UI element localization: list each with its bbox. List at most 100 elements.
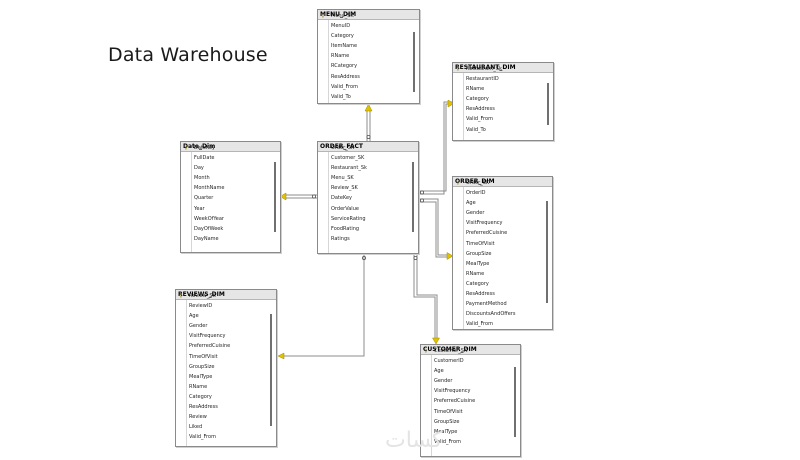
field-row[interactable]: ⚷ DateKey [181, 143, 270, 153]
field-row[interactable]: Ratings [318, 234, 408, 244]
table-reviews-dim[interactable]: REVIEWS_DIM ⚷ Review_SK ReviewID Age Gend… [175, 289, 277, 447]
watermark-logo: كسات [385, 428, 443, 453]
field-list: Order_SK Customer_SK Restaurant_Sk Menu_… [318, 143, 408, 244]
field-row[interactable]: Valid_From [176, 432, 266, 442]
primary-key-icon: ⚷ [179, 293, 183, 299]
field-row[interactable]: Day [181, 163, 270, 173]
vertical-scrollbar[interactable] [272, 152, 278, 250]
table-menu-dim[interactable]: MENU_DIM ⚷ Menu_SK MenuID Category ItemNa… [317, 9, 420, 104]
field-row[interactable]: RName [318, 51, 409, 61]
field-row[interactable]: RName [453, 84, 543, 94]
vertical-scrollbar[interactable] [411, 20, 417, 101]
field-row[interactable]: ⚷ Customer_SK [421, 346, 510, 356]
field-row[interactable]: ReviewID [176, 301, 266, 311]
field-row[interactable]: ⚷ Order_SK [453, 178, 542, 188]
field-row[interactable]: Year [181, 204, 270, 214]
field-row[interactable]: Customer_SK [318, 153, 408, 163]
field-row[interactable]: FullDate [181, 153, 270, 163]
field-row[interactable]: Gender [176, 321, 266, 331]
table-order-fact[interactable]: ORDER_FACT Order_SK Customer_SK Restaura… [317, 141, 419, 254]
field-row[interactable]: Category [453, 279, 542, 289]
field-row[interactable]: Quarter [181, 193, 270, 203]
field-row[interactable]: VisitFrequency [176, 331, 266, 341]
field-row[interactable]: DayName [181, 234, 270, 244]
field-row[interactable]: Month [181, 173, 270, 183]
field-row[interactable]: ResAddress [318, 72, 409, 82]
field-row[interactable]: CustomerID [421, 356, 510, 366]
field-row[interactable]: Gender [421, 376, 510, 386]
vertical-scrollbar[interactable] [512, 355, 518, 454]
field-row[interactable]: TimeOfVisit [421, 407, 510, 417]
field-row[interactable]: RName [176, 382, 266, 392]
field-row[interactable]: FoodRating [318, 224, 408, 234]
field-row[interactable]: Restaurant_Sk [318, 163, 408, 173]
field-row[interactable]: GroupSize [421, 417, 510, 427]
field-row[interactable]: PaymentMethod [453, 299, 542, 309]
table-date-dim[interactable]: Date_Dim ⚷ DateKey FullDate Day Month Mon… [180, 141, 281, 253]
relationship-line-reviews[interactable] [277, 254, 366, 360]
vertical-scrollbar[interactable] [545, 73, 551, 138]
field-row[interactable]: Review [176, 412, 266, 422]
field-row[interactable]: MenuID [318, 21, 409, 31]
field-row[interactable]: ResAddress [176, 402, 266, 412]
field-list: ⚷ Order_SK OrderID Age Gender VisitFreque… [453, 178, 542, 329]
field-row[interactable]: Age [453, 198, 542, 208]
field-row[interactable]: Valid_From [453, 319, 542, 329]
field-row[interactable]: OrderValue [318, 204, 408, 214]
vertical-scrollbar[interactable] [544, 187, 550, 327]
vertical-scrollbar[interactable] [410, 152, 416, 251]
field-row[interactable]: Valid_From [318, 82, 409, 92]
field-row[interactable]: ResAddress [453, 289, 542, 299]
field-row[interactable]: RCategory [318, 61, 409, 71]
field-row[interactable]: MealType [176, 372, 266, 382]
field-row[interactable]: Age [176, 311, 266, 321]
field-row[interactable]: MealType [453, 259, 542, 269]
field-row[interactable]: RName [453, 269, 542, 279]
field-row[interactable]: PreferredCuisine [421, 396, 510, 406]
field-row[interactable]: DiscountsAndOffers [453, 309, 542, 319]
table-restaurant-dim[interactable]: RESTAURANT_DIM ⚷ Restaurant_Sk Restaurant… [452, 62, 554, 141]
field-row[interactable]: Order_SK [318, 143, 408, 153]
field-row[interactable]: Valid_From [453, 114, 543, 124]
field-row[interactable]: PreferredCuisine [453, 228, 542, 238]
field-row[interactable]: Category [453, 94, 543, 104]
field-row[interactable]: GroupSize [176, 362, 266, 372]
relationship-line-customer[interactable] [413, 254, 440, 345]
field-list: ⚷ Review_SK ReviewID Age Gender VisitFreq… [176, 291, 266, 442]
field-row[interactable]: ⚷ Restaurant_Sk [453, 64, 543, 74]
field-row[interactable]: ItemName [318, 41, 409, 51]
field-row[interactable]: DateKey [318, 193, 408, 203]
field-row[interactable]: ⚷ Menu_SK [318, 11, 409, 21]
field-row[interactable]: TimeOfVisit [453, 239, 542, 249]
relationship-line-menu[interactable] [364, 103, 373, 141]
field-row[interactable]: ResAddress [453, 104, 543, 114]
field-row[interactable]: MonthName [181, 183, 270, 193]
primary-key-icon: ⚷ [456, 180, 460, 186]
field-row[interactable]: Gender [453, 208, 542, 218]
field-row[interactable]: VisitFrequency [453, 218, 542, 228]
primary-key-icon: ⚷ [184, 145, 188, 151]
field-row[interactable]: ⚷ Review_SK [176, 291, 266, 301]
field-row[interactable]: TimeOfVisit [176, 352, 266, 362]
field-row[interactable]: Menu_SK [318, 173, 408, 183]
field-row[interactable]: Age [421, 366, 510, 376]
field-row[interactable]: ServiceRating [318, 214, 408, 224]
field-row[interactable]: Valid_To [318, 92, 409, 102]
field-row[interactable]: WeekOfYear [181, 214, 270, 224]
field-row[interactable]: Category [318, 31, 409, 41]
field-row[interactable]: Review_SK [318, 183, 408, 193]
field-row[interactable]: Valid_To [453, 125, 543, 135]
field-row[interactable]: DayOfWeek [181, 224, 270, 234]
field-row[interactable]: Liked [176, 422, 266, 432]
field-row[interactable]: PreferredCuisine [176, 341, 266, 351]
field-row[interactable]: GroupSize [453, 249, 542, 259]
relationship-line-restaurant[interactable] [418, 99, 455, 195]
relationship-line-date[interactable] [279, 192, 318, 201]
field-row[interactable]: VisitFrequency [421, 386, 510, 396]
vertical-scrollbar[interactable] [268, 300, 274, 444]
table-order-dim[interactable]: ORDER_DIM ⚷ Order_SK OrderID Age Gender V… [452, 176, 553, 330]
relationship-line-orderdim[interactable] [418, 198, 454, 260]
field-row[interactable]: OrderID [453, 188, 542, 198]
field-row[interactable]: RestaurantID [453, 74, 543, 84]
field-row[interactable]: Category [176, 392, 266, 402]
